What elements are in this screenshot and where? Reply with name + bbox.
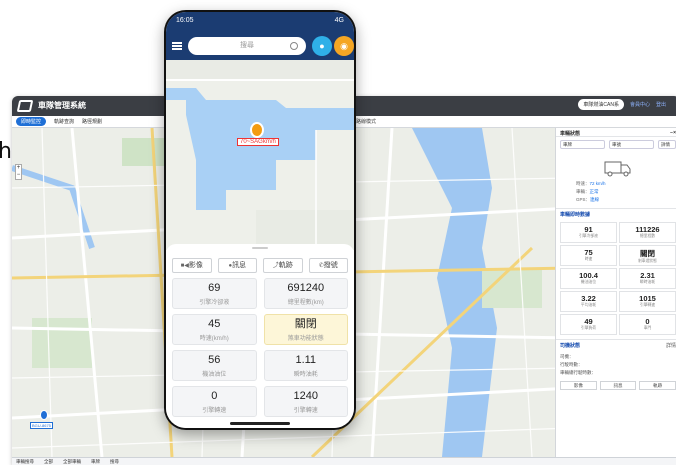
cut-off-glyph: h bbox=[0, 139, 12, 164]
top-right-area: 車隊燃油CAN系 會員中心 登出 bbox=[578, 99, 666, 110]
logout-link[interactable]: 登出 bbox=[656, 101, 666, 108]
bell-icon[interactable]: ◉ bbox=[334, 36, 354, 56]
realtime-section-title: 車輛即時數據 bbox=[556, 208, 676, 220]
desktop-bottom-bar: 車輛搜尋 全部 全部車輛 車牌 搜尋 bbox=[12, 457, 676, 465]
status-signal: 4G bbox=[334, 17, 344, 24]
driver-detail-select[interactable]: 詳情 bbox=[666, 342, 676, 349]
menu-icon[interactable] bbox=[172, 42, 182, 50]
action-row: ■◀影像 ●訊息 ⤴軌跡 ✆撥號 bbox=[172, 258, 348, 273]
video-button[interactable]: ■◀影像 bbox=[172, 258, 212, 273]
app-title: 車隊管理系統 bbox=[38, 101, 86, 110]
bottom-sheet: ■◀影像 ●訊息 ⤴軌跡 ✆撥號 69 引擎冷卻液 691240 總里程數(km) … bbox=[166, 244, 354, 428]
phone-app-bar: 搜尋 ● ◉ bbox=[166, 32, 354, 60]
stat-cell: 111226 總里程數 bbox=[619, 222, 676, 243]
stage: h 車隊管理系統 車隊燃油CAN系 會員中心 登出 即時監控 軌跡查詢 路徑規劃 bbox=[0, 0, 676, 465]
app-logo-icon bbox=[16, 100, 34, 112]
stat-card: 1.11 瞬時油耗 bbox=[263, 350, 348, 381]
panel-title: 車輛狀態 bbox=[560, 131, 581, 137]
vehicle-label: BGU-8675 bbox=[30, 422, 53, 429]
message-button[interactable]: ●訊息 bbox=[217, 258, 257, 273]
stat-card: 691240 總里程數(km) bbox=[263, 278, 348, 309]
speed-tag: 70~SAGkm/h bbox=[237, 138, 279, 146]
vehicle-search-label[interactable]: 車輛搜尋 bbox=[16, 459, 34, 465]
search-input[interactable]: 搜尋 bbox=[188, 37, 306, 55]
tab-route[interactable]: 路徑規劃 bbox=[82, 118, 102, 125]
tab-track[interactable]: 軌跡查詢 bbox=[54, 118, 74, 125]
driver-section-title: 司機狀態 詳情 bbox=[556, 339, 676, 351]
sheet-handle[interactable] bbox=[252, 247, 268, 249]
status-bar: 16:05 4G bbox=[166, 12, 354, 32]
stat-card: 0 引擎轉速 bbox=[172, 386, 257, 417]
vehicle-panel: 車輛狀態 −× 車牌 車號 詳情 時速：72 km/h 車輛：正常 GPS：連線 bbox=[555, 128, 676, 457]
status-time: 16:05 bbox=[176, 17, 194, 24]
call-button[interactable]: ✆撥號 bbox=[308, 258, 348, 273]
stat-cell: 91 引擎冷卻液 bbox=[560, 222, 617, 243]
phone-device: 16:05 4G 搜尋 ● ◉ 70~SAGkm/h ■◀影像 ●訊息 ⤴軌跡 … bbox=[164, 10, 356, 430]
panel-info: 時速：72 km/h 車輛：正常 GPS：連線 bbox=[556, 178, 676, 206]
vehicle-no-select[interactable]: 車號 bbox=[609, 140, 654, 149]
map-toolbar: 路線模式 bbox=[352, 116, 572, 128]
stat-cell: 2.31 瞬時油耗 bbox=[619, 268, 676, 289]
driver-info: 司機： 行駛時數： 車輛總行駛時數： bbox=[560, 354, 596, 375]
stat-card-highlight: 關閉 煞車功能狀態 bbox=[263, 314, 348, 345]
stat-cell: 關閉 剎車燈狀態 bbox=[619, 245, 676, 266]
track-button[interactable]: ⤴軌跡 bbox=[263, 258, 303, 273]
vehicle-marker-icon[interactable] bbox=[40, 410, 48, 420]
member-center-link[interactable]: 會員中心 bbox=[630, 101, 650, 108]
filter-all-vehicles[interactable]: 全部車輛 bbox=[63, 459, 81, 465]
plate-select[interactable]: 車牌 bbox=[560, 140, 605, 149]
filter-all[interactable]: 全部 bbox=[44, 459, 53, 465]
search-icon[interactable] bbox=[290, 42, 298, 50]
zoom-control[interactable]: + − bbox=[15, 164, 22, 180]
panel-selects: 車牌 車號 詳情 bbox=[556, 137, 676, 152]
video-button[interactable]: 影像 bbox=[560, 381, 597, 390]
phone-screen: 16:05 4G 搜尋 ● ◉ 70~SAGkm/h ■◀影像 ●訊息 ⤴軌跡 … bbox=[166, 12, 354, 428]
info-row: 車輛：正常 bbox=[576, 189, 599, 194]
info-row: GPS：連線 bbox=[576, 197, 600, 202]
truck-icon bbox=[604, 158, 632, 178]
filter-plate[interactable]: 車牌 bbox=[91, 459, 100, 465]
tab-realtime[interactable]: 即時監控 bbox=[16, 117, 47, 126]
zoom-in-button[interactable]: + bbox=[16, 165, 21, 172]
panel-stats: 91 引擎冷卻液 111226 總里程數 75 時速 關閉 剎車燈狀態 100.4 機油油… bbox=[556, 220, 676, 337]
panel-header: 車輛狀態 −× bbox=[556, 128, 676, 137]
fuel-can-button[interactable]: 車隊燃油CAN系 bbox=[578, 99, 624, 110]
vehicle-marker-icon[interactable] bbox=[250, 122, 264, 138]
stat-card: 1240 引擎轉速 bbox=[263, 386, 348, 417]
home-indicator[interactable] bbox=[230, 422, 290, 425]
driver-buttons: 影像 訊息 軌跡 bbox=[556, 379, 676, 392]
video-icon: ■◀ bbox=[180, 263, 189, 269]
stat-cell: 49 引擎負荷 bbox=[560, 314, 617, 335]
phone-map[interactable]: 70~SAGkm/h bbox=[166, 60, 354, 250]
detail-select[interactable]: 詳情 bbox=[658, 140, 676, 149]
stat-cell: 1015 引擎轉速 bbox=[619, 291, 676, 312]
chat-icon[interactable]: ● bbox=[312, 36, 332, 56]
stat-card: 56 機油油位 bbox=[172, 350, 257, 381]
message-button[interactable]: 訊息 bbox=[599, 381, 637, 390]
stat-card: 45 時速(km/h) bbox=[172, 314, 257, 345]
phone-map-canvas bbox=[166, 60, 354, 250]
search-button[interactable]: 搜尋 bbox=[110, 459, 119, 465]
stats-grid: 69 引擎冷卻液 691240 總里程數(km) 45 時速(km/h) 關閉 煞車功能… bbox=[172, 278, 348, 417]
route-mode-label[interactable]: 路線模式 bbox=[356, 118, 376, 125]
close-icon[interactable]: −× bbox=[670, 130, 676, 136]
stat-cell: 100.4 機油油位 bbox=[560, 268, 617, 289]
stat-card: 69 引擎冷卻液 bbox=[172, 278, 257, 309]
stat-cell: 75 時速 bbox=[560, 245, 617, 266]
stat-cell: 3.22 平均油耗 bbox=[560, 291, 617, 312]
stat-cell: 0 車門 bbox=[619, 314, 676, 335]
track-button[interactable]: 軌跡 bbox=[639, 381, 676, 390]
info-row: 時速：72 km/h bbox=[576, 181, 606, 186]
zoom-out-button[interactable]: − bbox=[16, 172, 21, 179]
